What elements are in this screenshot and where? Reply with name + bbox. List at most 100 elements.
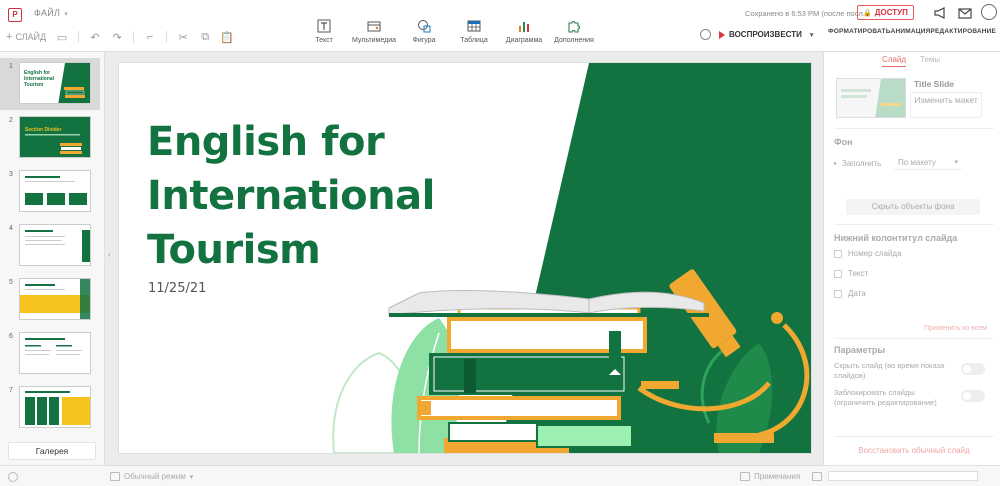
- footer-checkbox-row[interactable]: Текст: [834, 269, 868, 278]
- fill-select[interactable]: По макету ▾: [894, 156, 962, 170]
- slide-preview-art: [25, 338, 82, 355]
- slide-number: 7: [9, 387, 13, 394]
- date-checkbox-row[interactable]: Дата: [834, 289, 866, 298]
- slide-thumbnail[interactable]: 5: [0, 274, 100, 326]
- timer-icon[interactable]: [700, 29, 711, 40]
- mail-icon[interactable]: [957, 5, 973, 21]
- insert-media-button[interactable]: Мультимедиа: [350, 18, 398, 44]
- slide-thumbnail[interactable]: 2 Section Divider: [0, 112, 100, 164]
- play-icon: [719, 30, 725, 39]
- reset-slide-button[interactable]: Восстановить обычный слайд: [834, 444, 994, 458]
- view-mode-selector[interactable]: Обычный режим ▾: [110, 472, 193, 481]
- slide-thumbnail[interactable]: 1 English for International Tourism: [0, 58, 100, 110]
- slide-number-checkbox[interactable]: [834, 249, 842, 258]
- divider: [834, 224, 994, 225]
- help-icon: [8, 472, 18, 482]
- slide-thumbnails-panel: 1 English for International Tourism 2 Se…: [0, 52, 105, 465]
- tab-slide[interactable]: Слайд: [882, 55, 907, 67]
- gallery-button[interactable]: Галерея: [8, 442, 96, 460]
- slide-preview: [19, 278, 91, 320]
- insert-table-label: Таблица: [460, 37, 488, 44]
- layout-preview[interactable]: [836, 78, 906, 118]
- slide-thumbnail[interactable]: 3: [0, 166, 100, 218]
- insert-shape-button[interactable]: Фигура: [400, 18, 448, 44]
- expand-arrow-icon[interactable]: ▸: [834, 160, 837, 167]
- format-subtabs: Слайд Темы: [882, 55, 940, 67]
- slide-date[interactable]: 11/25/21: [148, 281, 206, 296]
- skip-slide-toggle[interactable]: [961, 363, 985, 375]
- insert-text-button[interactable]: Текст: [300, 18, 348, 44]
- layout-icon[interactable]: ▭: [56, 31, 68, 44]
- date-label: Дата: [848, 289, 866, 298]
- add-slide-button[interactable]: + СЛАЙД: [6, 31, 46, 43]
- paste-icon[interactable]: 📋: [220, 31, 234, 44]
- hide-background-objects-button[interactable]: Скрыть объекты фона: [846, 199, 980, 215]
- skip-slide-label: Скрыть слайд (во время показа слайдов): [834, 361, 945, 380]
- access-label: ДОСТУП: [874, 8, 908, 17]
- change-layout-button[interactable]: Изменить макет: [910, 92, 982, 118]
- app-logo-icon[interactable]: P: [8, 8, 22, 22]
- slide-thumbnail[interactable]: 4: [0, 220, 100, 272]
- slide-preview: [19, 170, 91, 212]
- normal-view-icon: [110, 472, 120, 481]
- slide-thumbnail[interactable]: 6: [0, 328, 100, 380]
- cut-icon[interactable]: ✂: [177, 31, 189, 44]
- play-button[interactable]: ВОСПРОИЗВЕСТИ ▾: [719, 30, 813, 39]
- help-button[interactable]: [8, 472, 18, 482]
- insert-chart-button[interactable]: Диаграмма: [500, 18, 548, 44]
- access-button[interactable]: 🔒 ДОСТУП: [857, 5, 914, 20]
- divider: [834, 436, 994, 437]
- slide-preview: English for International Tourism: [19, 62, 91, 104]
- divider: [834, 128, 994, 129]
- addons-label: Дополнения: [554, 37, 594, 44]
- save-status: Сохранено в 6:53 PM (после посл...: [745, 9, 870, 18]
- chevron-down-icon: ▾: [954, 159, 958, 166]
- addons-button[interactable]: Дополнения: [550, 18, 598, 44]
- fit-view-button[interactable]: [812, 472, 822, 481]
- slide-number-checkbox-row[interactable]: Номер слайда: [834, 249, 902, 258]
- chevron-down-icon[interactable]: ▾: [810, 31, 814, 39]
- fill-select-value: По макету: [898, 158, 936, 167]
- tab-animation[interactable]: АНИМАЦИЯ: [891, 28, 931, 35]
- copy-icon[interactable]: ⧉: [199, 31, 211, 43]
- params-section-title: Параметры: [834, 345, 886, 355]
- slide-preview: Section Divider: [19, 116, 91, 158]
- footer-checkbox[interactable]: [834, 269, 842, 278]
- apply-to-all-link[interactable]: Применить ко всем: [924, 325, 987, 332]
- user-avatar[interactable]: [981, 4, 997, 20]
- tab-review[interactable]: РЕДАКТИРОВАНИЕ: [930, 28, 996, 35]
- zoom-slider[interactable]: [828, 471, 978, 481]
- right-tabs: ФОРМАТИРОВАТЬ АНИМАЦИЯ РЕДАКТИРОВАНИЕ: [824, 28, 1000, 35]
- background-section-title: Фон: [834, 137, 853, 147]
- insert-table-button[interactable]: Таблица: [450, 18, 498, 44]
- tab-format[interactable]: ФОРМАТИРОВАТЬ: [828, 28, 891, 35]
- text-icon: [317, 19, 331, 33]
- collapse-panel-handle[interactable]: ‹: [108, 250, 111, 259]
- shape-icon: [418, 20, 431, 33]
- undo-icon[interactable]: ↶: [89, 31, 101, 44]
- svg-text:Tourism: Tourism: [24, 82, 44, 88]
- slide-canvas[interactable]: English for International Tourism 11/25/…: [119, 63, 811, 453]
- notes-icon: [740, 472, 750, 481]
- slide-number: 4: [9, 225, 13, 232]
- slide-thumbnail[interactable]: 7: [0, 382, 100, 434]
- lock-slide-toggle[interactable]: [961, 390, 985, 402]
- play-controls: ВОСПРОИЗВЕСТИ ▾: [700, 29, 813, 40]
- play-label: ВОСПРОИЗВЕСТИ: [729, 30, 802, 39]
- redo-icon[interactable]: ↷: [111, 31, 123, 44]
- notes-toggle[interactable]: Примечания: [740, 472, 800, 481]
- slide-preview-art: [25, 230, 90, 262]
- layout-name: Title Slide: [914, 79, 954, 89]
- slide-preview-art: Section Divider: [25, 127, 82, 154]
- date-checkbox[interactable]: [834, 289, 842, 298]
- megaphone-icon[interactable]: [933, 5, 949, 21]
- footer-label: Текст: [848, 269, 869, 278]
- svg-text:Section Divider: Section Divider: [25, 127, 61, 133]
- tab-themes[interactable]: Темы: [920, 55, 940, 67]
- slide-title[interactable]: English for International Tourism: [147, 115, 477, 277]
- file-menu[interactable]: ФАЙЛ ▾: [34, 8, 68, 18]
- divider: [78, 31, 80, 43]
- slide-preview-art: [25, 391, 90, 425]
- slide-number: 5: [9, 279, 13, 286]
- paint-format-icon[interactable]: ⌐: [144, 31, 156, 43]
